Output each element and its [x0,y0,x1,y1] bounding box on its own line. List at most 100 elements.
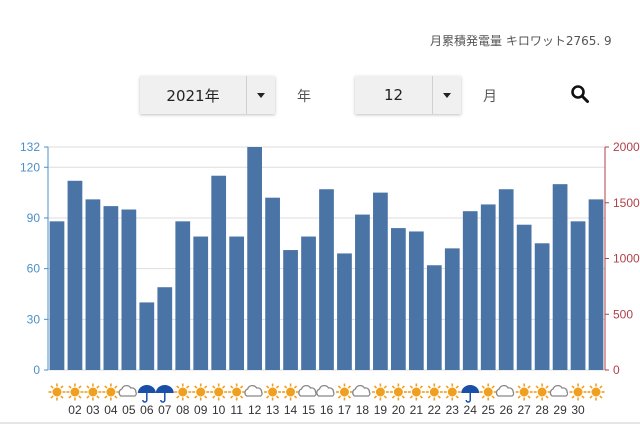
x-tick-label: 30 [571,403,585,417]
sun-icon [192,383,210,401]
bar-day-09 [193,236,209,370]
x-tick-label: 28 [535,403,549,417]
sun-ray [176,395,180,399]
sun-ray [283,395,288,399]
sun-ray [391,395,396,399]
sun-ray [239,395,244,399]
sun-disc [52,387,62,397]
sun-ray [104,395,108,399]
month-select-value: 12 [383,86,404,104]
umbrella-canopy [461,385,480,393]
sun-icon [102,383,120,401]
x-tick-label: 26 [499,403,513,417]
umbrella-icon [155,385,174,403]
bar-day-12 [247,147,262,370]
sun-ray [293,385,298,389]
umbrella-canopy [155,385,174,393]
left-axis-tick-label: 30 [27,312,41,326]
sun-disc [106,387,116,397]
sun-ray [283,385,288,389]
x-tick-label: 19 [374,403,388,417]
x-tick-label: 09 [194,403,208,417]
right-axis-tick-label: 1500 [613,196,640,210]
sun-ray [409,385,414,389]
sun-ray [491,395,495,399]
sun-ray [266,385,270,389]
left-axis-tick-label: 120 [20,160,40,174]
monthly-total-summary: 月累積発電量 キロワット2765. 9 [430,34,612,48]
sun-ray [545,385,549,389]
sun-ray [266,395,270,399]
sun-ray [239,385,244,389]
umbrella-icon [137,385,156,403]
year-dropdown-button[interactable] [246,76,275,114]
bar-day-10 [211,175,227,370]
sun-disc [286,387,296,397]
bar-day-08 [175,221,191,370]
bar-day-31 [588,199,604,370]
sun-ray [96,385,100,389]
x-tick-label: 29 [553,403,567,417]
cloud-shape [118,384,137,397]
bar-day-29 [552,184,568,370]
month-select[interactable]: 12 [355,76,461,114]
sun-ray [545,395,549,399]
sun-disc [429,387,439,397]
sun-ray [230,385,234,389]
sun-ray [337,395,342,399]
sun-ray [571,395,575,399]
sun-disc [519,387,529,397]
sun-ray [401,395,405,399]
bar-day-28 [534,243,550,370]
umbrella-icon [461,385,480,403]
cloud-icon [495,384,515,397]
sun-ray [437,395,441,399]
sun-ray [589,385,593,389]
sun-ray [212,395,216,399]
bar-day-02 [67,180,83,370]
sun-disc [268,387,278,397]
sun-ray [445,395,449,399]
cloud-shape [298,384,317,397]
x-tick-label: 13 [266,403,280,417]
sun-ray [86,385,90,389]
sun-ray [212,385,216,389]
cloud-icon [118,384,137,397]
sun-ray [230,395,234,399]
sun-ray [204,395,208,399]
cloud-icon [352,384,371,397]
sun-ray [337,385,342,389]
year-select[interactable]: 2021年 [140,76,275,114]
sun-disc [393,387,403,397]
month-dropdown-button[interactable] [432,76,461,114]
sun-ray [427,395,431,399]
sun-ray [86,395,90,399]
bar-day-17 [337,253,352,370]
right-axis-tick-label: 0 [613,363,620,377]
sun-ray [114,385,118,389]
x-tick-label: 14 [284,403,298,417]
bar-day-14 [283,250,298,370]
sun-ray [401,385,405,389]
bar-day-25 [480,204,496,370]
sun-ray [581,395,585,399]
left-axis-tick-label: 0 [33,363,40,377]
sun-disc [537,387,547,397]
sun-ray [481,385,485,389]
search-icon[interactable] [570,84,590,104]
x-tick-label: 11 [230,403,243,417]
right-axis-tick-label: 2000 [613,140,640,154]
sun-disc [573,387,583,397]
bar-day-16 [319,189,334,370]
x-tick-label: 05 [122,403,136,417]
sun-ray [571,385,575,389]
left-axis-tick-label: 132 [20,140,40,154]
x-tick-label: 18 [356,403,370,417]
sun-ray [427,385,431,389]
sun-icon [389,383,407,401]
sun-ray [391,385,396,389]
sun-ray [114,395,118,399]
sun-icon [66,383,84,401]
sun-icon [371,383,389,401]
sun-disc [214,387,224,397]
